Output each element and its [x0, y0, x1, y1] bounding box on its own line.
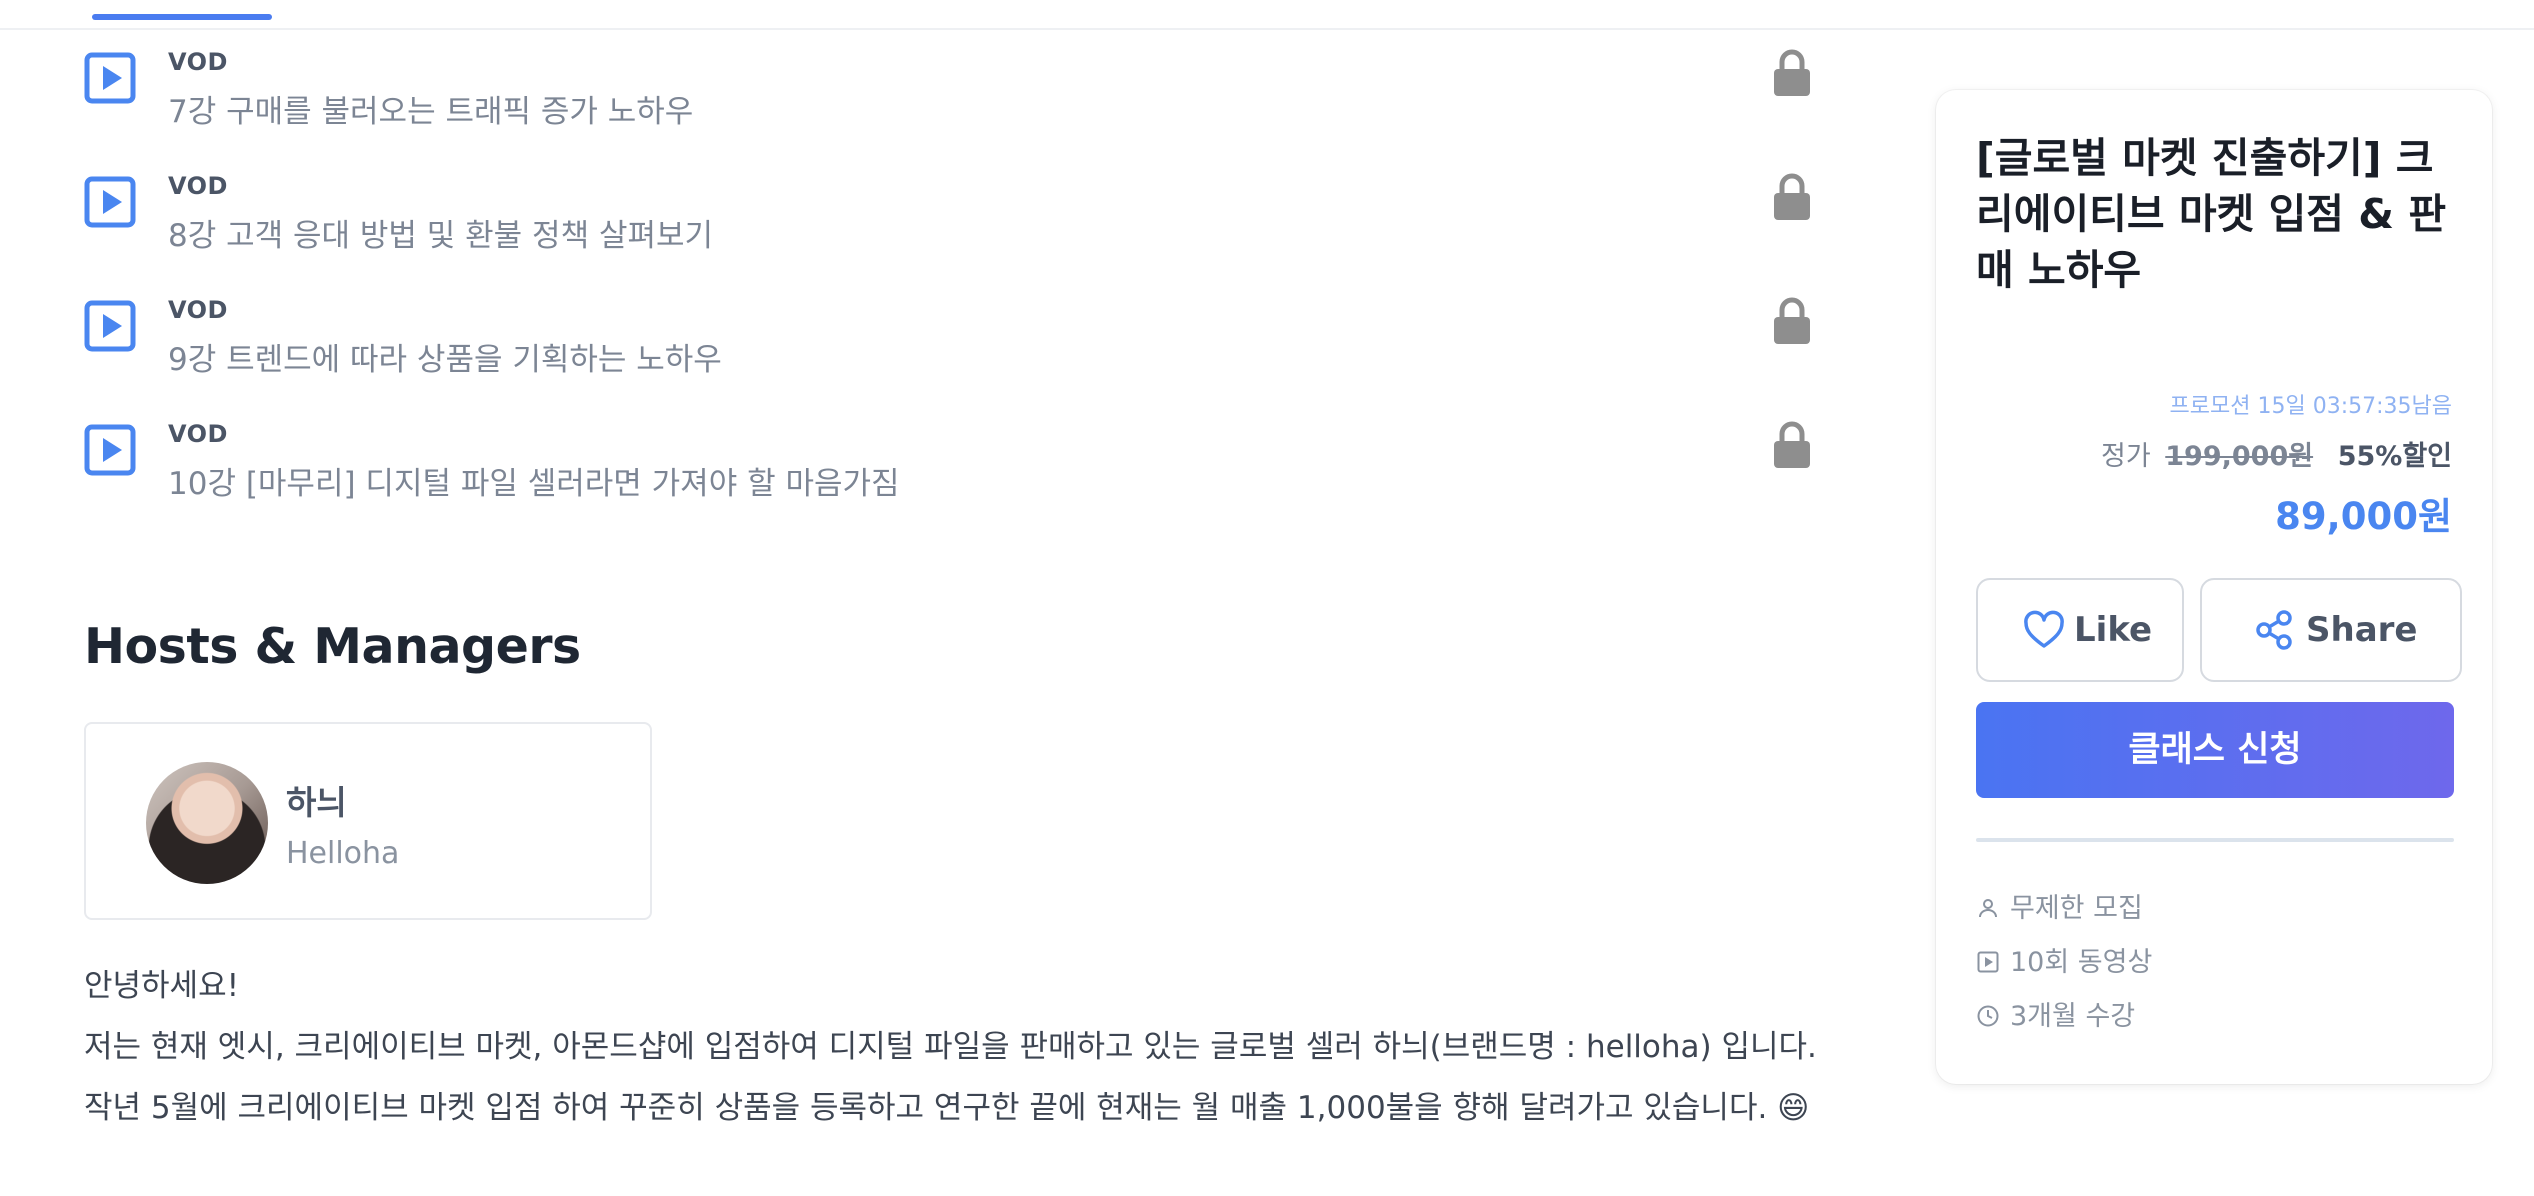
- share-label: Share: [2306, 610, 2418, 650]
- play-icon: [84, 300, 136, 352]
- play-icon: [84, 176, 136, 228]
- divider: [1976, 838, 2454, 842]
- meta-recruit-text: 무제한 모집: [2010, 893, 2143, 924]
- meta-recruit: 무제한 모집: [1976, 886, 2143, 925]
- host-name: 하늬: [286, 783, 347, 822]
- intro-line: 안녕하세요!: [84, 968, 240, 1004]
- lesson-title: 9강 트렌드에 따라 상품을 기획하는 노하우: [168, 342, 722, 378]
- intro-line: 작년 5월에 크리에이티브 마켓 입점 하여 꾸준히 상품을 등록하고 연구한 …: [84, 1090, 1810, 1126]
- host-card[interactable]: 하늬 Helloha: [84, 722, 652, 920]
- avatar: [146, 762, 268, 884]
- lesson-type: VOD: [168, 48, 228, 76]
- meta-videos-text: 10회 동영상: [2010, 947, 2153, 978]
- meta-period-text: 3개월 수강: [2010, 1001, 2136, 1032]
- discount-badge: 55%할인: [2337, 441, 2452, 472]
- lesson-item-10[interactable]: VOD 10강 [마무리] 디지털 파일 셀러라면 가져야 할 마음가짐: [84, 412, 1824, 522]
- lock-icon: [1774, 297, 1810, 344]
- play-icon: [84, 424, 136, 476]
- promotion-timer: 프로모션 15일 03:57:35남음: [2169, 394, 2452, 419]
- meta-period: 3개월 수강: [1976, 994, 2135, 1033]
- price-row: 정가 199,000원 55%할인: [2101, 434, 2452, 473]
- lesson-title: 7강 구매를 불러오는 트래픽 증가 노하우: [168, 94, 694, 130]
- lesson-item-9[interactable]: VOD 9강 트렌드에 따라 상품을 기획하는 노하우: [84, 288, 1824, 398]
- apply-class-button[interactable]: 클래스 신청: [1976, 702, 2454, 798]
- share-icon: [2256, 610, 2292, 650]
- heart-icon: [2024, 610, 2064, 648]
- price-label: 정가: [2100, 441, 2151, 472]
- course-title: [글로벌 마켓 진출하기] 크리에이티브 마켓 입점 & 판매 노하우: [1976, 134, 2447, 294]
- lock-icon: [1774, 421, 1810, 468]
- lock-icon: [1774, 49, 1810, 96]
- lesson-item-7[interactable]: VOD 7강 구매를 불러오는 트래픽 증가 노하우: [84, 40, 1824, 150]
- lesson-title: 8강 고객 응대 방법 및 환불 정책 살펴보기: [168, 218, 714, 254]
- play-icon: [84, 52, 136, 104]
- like-button[interactable]: Like: [1976, 578, 2184, 682]
- intro-line: 저는 현재 엣시, 크리에이티브 마켓, 아몬드샵에 입점하여 디지털 파일을 …: [84, 1029, 1817, 1065]
- like-label: Like: [2074, 610, 2153, 650]
- purchase-card: [글로벌 마켓 진출하기] 크리에이티브 마켓 입점 & 판매 노하우 프로모션…: [1936, 90, 2492, 1084]
- lesson-type: VOD: [168, 420, 228, 448]
- lock-icon: [1774, 173, 1810, 220]
- host-brand: Helloha: [286, 836, 400, 871]
- original-price: 199,000원: [2165, 441, 2314, 472]
- video-icon: [1977, 951, 1999, 973]
- sale-price: 89,000원: [2275, 495, 2452, 538]
- lesson-type: VOD: [168, 296, 228, 324]
- meta-videos: 10회 동영상: [1976, 940, 2152, 979]
- lesson-title: 10강 [마무리] 디지털 파일 셀러라면 가져야 할 마음가짐: [168, 466, 900, 502]
- user-icon: [1979, 899, 1997, 918]
- host-introduction: 안녕하세요! 저는 현재 엣시, 크리에이티브 마켓, 아몬드샵에 입점하여 디…: [84, 956, 1864, 1139]
- lesson-item-8[interactable]: VOD 8강 고객 응대 방법 및 환불 정책 살펴보기: [84, 164, 1824, 274]
- active-tab-indicator: [92, 14, 272, 20]
- clock-icon: [1977, 1005, 1999, 1027]
- lesson-type: VOD: [168, 172, 228, 200]
- hosts-heading: Hosts & Managers: [84, 618, 581, 675]
- top-nav-bar: [0, 0, 2534, 30]
- share-button[interactable]: Share: [2200, 578, 2462, 682]
